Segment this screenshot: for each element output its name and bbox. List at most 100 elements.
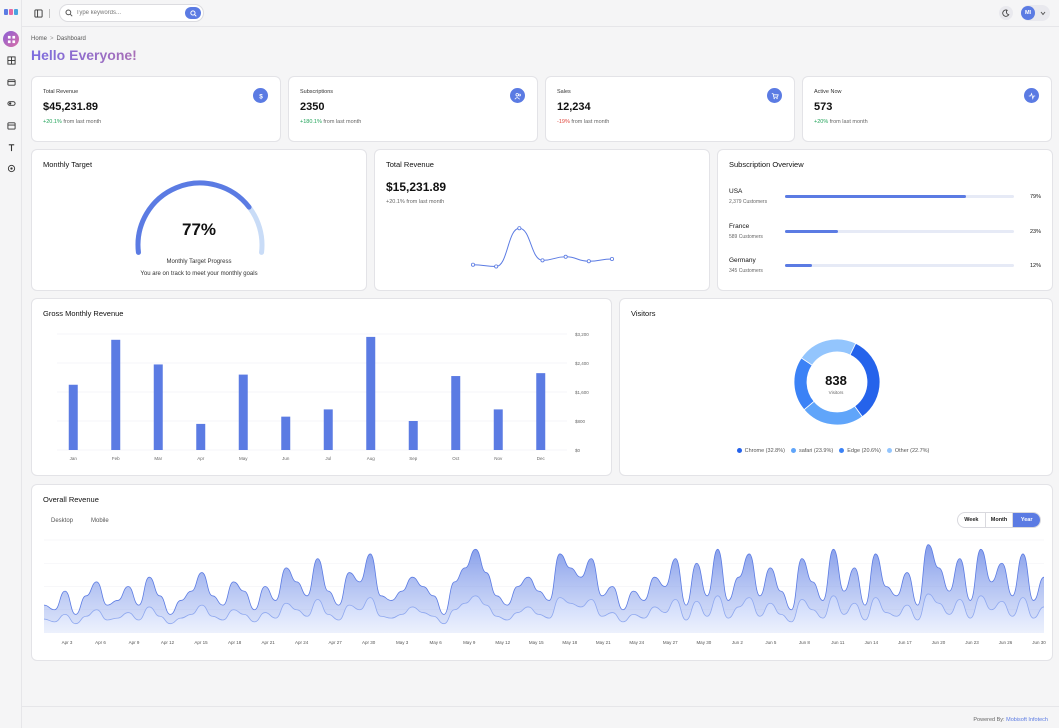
- bar[interactable]: [111, 339, 121, 450]
- data-point[interactable]: [586, 259, 591, 264]
- x-tick-label: Oct: [452, 456, 460, 461]
- sidebar: [0, 0, 22, 728]
- subscription-customers: 2,379 Customers: [729, 199, 768, 205]
- subscription-country: USA: [729, 188, 743, 195]
- sidebar-item-calendar[interactable]: [3, 117, 19, 133]
- x-tick-label: Jun 8: [799, 640, 811, 645]
- monthly-target-card: Monthly Target 77% Monthly Target Progre…: [31, 149, 367, 291]
- footer-text: Powered By: Mobisoft Infotech: [973, 717, 1048, 723]
- y-tick-label: $2,400: [575, 361, 589, 366]
- panel-icon: [34, 9, 43, 18]
- data-point[interactable]: [517, 226, 522, 231]
- stat-card-active-now: Active Now 573 +20% from last month: [802, 76, 1052, 142]
- bar[interactable]: [408, 421, 418, 450]
- dashboard-icon: [7, 35, 15, 43]
- sidebar-item-cards[interactable]: [3, 74, 19, 90]
- visitors-total: 838: [825, 373, 847, 388]
- stat-value: 12,234: [557, 101, 591, 113]
- search-input[interactable]: [76, 7, 176, 19]
- subscription-progress-bar: [785, 264, 1014, 267]
- bar[interactable]: [451, 376, 461, 450]
- search-icon: [189, 9, 197, 17]
- x-tick-label: Aug: [367, 456, 376, 461]
- stat-label: Total Revenue: [43, 89, 79, 95]
- stat-change: +180.1% from last month: [300, 119, 362, 125]
- legend-item: Chrome (32.8%): [736, 448, 785, 454]
- sidebar-toggle-button[interactable]: [32, 7, 45, 20]
- bar[interactable]: [366, 336, 376, 450]
- y-tick-label: $800: [575, 419, 586, 424]
- legend-dot: [886, 448, 892, 453]
- data-point[interactable]: [609, 257, 614, 262]
- subscription-country: Germany: [729, 257, 756, 264]
- sidebar-item-settings[interactable]: [3, 160, 19, 176]
- sidebar-item-typography[interactable]: [3, 139, 19, 155]
- gauge-progress: [135, 180, 252, 255]
- x-tick-label: Nov: [494, 456, 503, 461]
- x-tick-label: Jan: [70, 456, 78, 461]
- legend-dot: [839, 448, 845, 453]
- x-tick-label: Jun 14: [865, 640, 879, 645]
- header-divider: [49, 9, 50, 18]
- search-icon: [65, 9, 73, 17]
- footer: Powered By: Mobisoft Infotech: [22, 706, 1059, 728]
- gauge-caption: Monthly Target Progress: [166, 259, 232, 265]
- x-tick-label: Jun 26: [999, 640, 1013, 645]
- bar[interactable]: [153, 364, 163, 450]
- theme-toggle-button[interactable]: [999, 6, 1013, 20]
- x-tick-label: Mar: [154, 456, 162, 461]
- table-icon: [6, 55, 16, 65]
- card-title: Subscription Overview: [729, 160, 804, 169]
- gross-revenue-bar-chart: $0 $800 $1,600 $2,400 $3,200 Jan Feb Mar Apr May J…: [57, 332, 589, 461]
- x-tick-label: Sep: [409, 456, 418, 461]
- visitors-legend: Chrome (32.8%) safari (23.9%) Edge (20.6%)…: [620, 440, 1052, 458]
- gauge-track: [135, 180, 265, 255]
- data-point[interactable]: [471, 262, 476, 267]
- breadcrumb-home[interactable]: Home: [31, 36, 47, 42]
- stat-label: Sales: [557, 89, 571, 95]
- bar[interactable]: [68, 384, 78, 450]
- x-tick-label: May 6: [430, 640, 443, 645]
- pie-slice[interactable]: [800, 338, 857, 366]
- avatar[interactable]: MI: [1021, 6, 1035, 20]
- bar[interactable]: [536, 373, 546, 450]
- bar[interactable]: [323, 409, 333, 450]
- x-tick-label: May 9: [463, 640, 476, 645]
- chevron-down-icon[interactable]: [1040, 11, 1046, 16]
- pie-slice[interactable]: [803, 400, 863, 426]
- bar[interactable]: [196, 423, 206, 450]
- sidebar-item-toggles[interactable]: [3, 95, 19, 111]
- x-tick-label: Jun 11: [831, 640, 845, 645]
- data-point[interactable]: [494, 264, 499, 269]
- stat-label: Active Now: [814, 89, 842, 95]
- x-tick-label: May 24: [629, 640, 644, 645]
- x-tick-label: May 3: [396, 640, 409, 645]
- subscription-percent: 79%: [1029, 194, 1041, 200]
- y-tick-label: $1,600: [575, 390, 589, 395]
- x-tick-label: May 21: [596, 640, 611, 645]
- x-tick-label: Apr 27: [329, 640, 343, 645]
- gauge-percent: 77%: [181, 220, 217, 239]
- x-tick-label: Apr 24: [295, 640, 309, 645]
- sidebar-item-table[interactable]: [3, 52, 19, 68]
- gross-revenue-card: Gross Monthly Revenue $0 $800 $1,600 $2,400…: [31, 298, 612, 476]
- x-tick-label: Jul: [325, 456, 331, 461]
- legend-dot: [790, 448, 796, 453]
- x-tick-label: Apr 15: [194, 640, 208, 645]
- data-point[interactable]: [540, 258, 545, 263]
- bar[interactable]: [493, 409, 503, 450]
- stat-value: 573: [814, 101, 833, 113]
- subscription-progress-bar: [785, 230, 1014, 233]
- bar[interactable]: [281, 416, 291, 450]
- legend-item: Other (22.7%): [886, 448, 929, 454]
- footer-brand-link[interactable]: Mobisoft Infotech: [1006, 717, 1048, 723]
- data-point[interactable]: [563, 254, 568, 259]
- stat-change: +20% from last month: [814, 119, 868, 125]
- sidebar-item-dashboard[interactable]: [3, 31, 19, 47]
- visitors-total-label: Visitors: [828, 390, 844, 395]
- x-tick-label: May 30: [696, 640, 711, 645]
- typography-icon: [8, 143, 14, 151]
- search-button[interactable]: [185, 7, 201, 19]
- bar[interactable]: [238, 374, 248, 450]
- search-box[interactable]: [59, 4, 204, 22]
